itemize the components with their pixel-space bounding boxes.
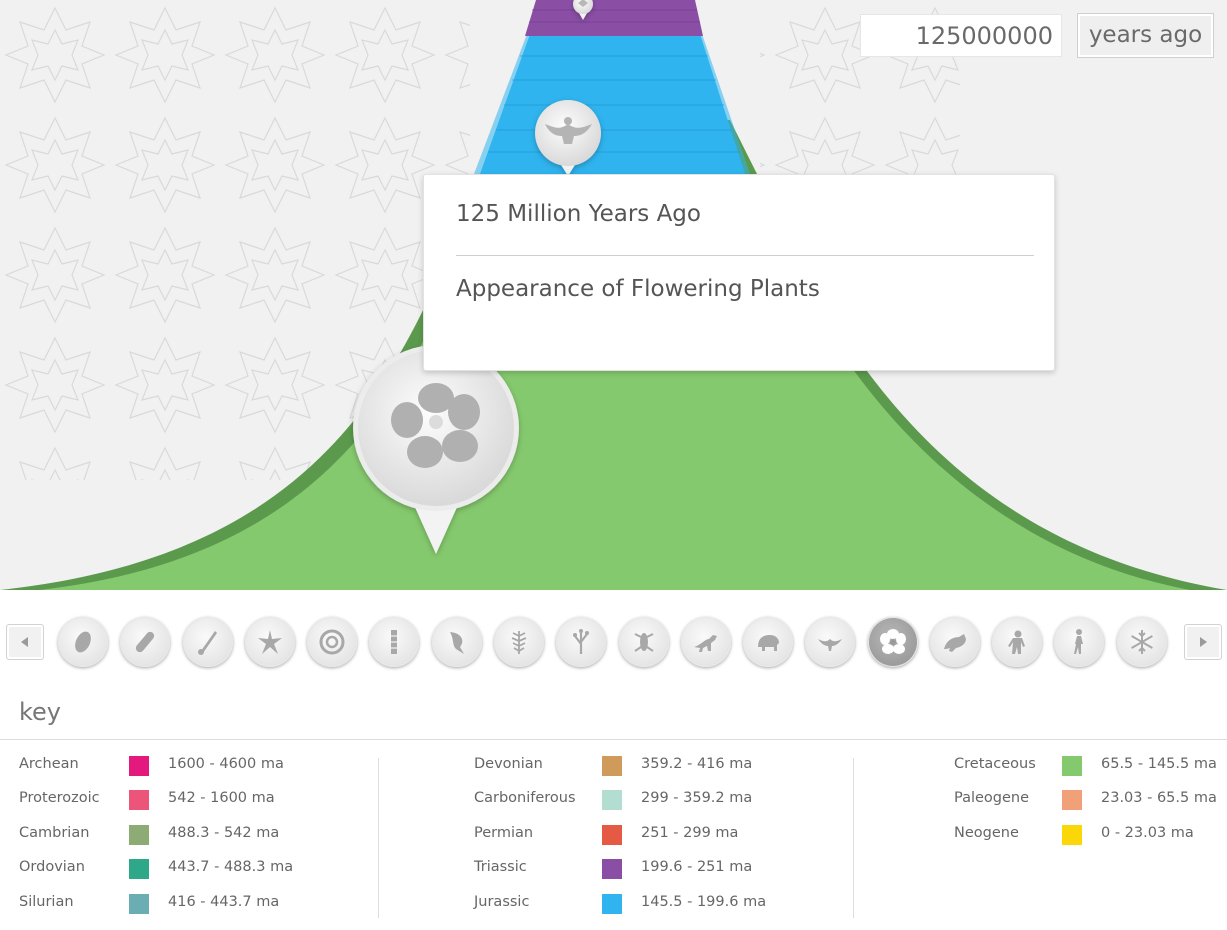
era-button-3[interactable]	[183, 617, 233, 667]
era-button-8[interactable]	[494, 617, 544, 667]
snowflake-icon	[1131, 630, 1153, 654]
event-date: 125 Million Years Ago	[456, 201, 701, 227]
period-swatch	[602, 756, 622, 776]
period-range: 65.5 - 145.5 ma	[1101, 756, 1217, 772]
timeline-stage: 125000000 years ago 125 Million Years Ag…	[0, 0, 1227, 590]
period-name: Jurassic	[474, 894, 530, 910]
era-button-18[interactable]	[1117, 617, 1167, 667]
era-button-6[interactable]	[369, 617, 419, 667]
triangle-left-icon	[21, 637, 28, 647]
next-button[interactable]	[1184, 624, 1222, 660]
period-name: Triassic	[474, 859, 527, 875]
event-title: Appearance of Flowering Plants	[456, 276, 820, 302]
year-input[interactable]: 125000000	[860, 14, 1062, 57]
era-button-17[interactable]	[1054, 617, 1104, 667]
era-button-4[interactable]	[245, 617, 295, 667]
period-swatch	[129, 825, 149, 845]
key-title: key	[19, 698, 62, 726]
period-swatch	[129, 790, 149, 810]
key-column-divider	[853, 758, 854, 918]
era-button-11[interactable]	[681, 617, 731, 667]
period-name: Archean	[19, 756, 79, 772]
period-swatch	[129, 894, 149, 914]
column-icon	[391, 630, 397, 654]
period-swatch	[1062, 790, 1082, 810]
period-range: 488.3 - 542 ma	[168, 825, 280, 841]
era-button-13[interactable]	[805, 617, 855, 667]
era-button-12[interactable]	[743, 617, 793, 667]
period-name: Cretaceous	[954, 756, 1036, 772]
triassic-band	[525, 0, 703, 36]
key-column-divider	[378, 758, 379, 918]
triangle-right-icon	[1200, 637, 1207, 647]
period-range: 299 - 359.2 ma	[641, 790, 753, 806]
period-range: 359.2 - 416 ma	[641, 756, 753, 772]
period-name: Carboniferous	[474, 790, 576, 806]
period-name: Permian	[474, 825, 534, 841]
ape-icon	[1008, 630, 1025, 654]
era-button-14-selected[interactable]	[868, 617, 918, 667]
period-name: Paleogene	[954, 790, 1030, 806]
period-range: 443.7 - 488.3 ma	[168, 859, 294, 875]
key-divider	[0, 739, 1227, 740]
era-navigation	[0, 590, 1227, 690]
leaf-cell-icon	[75, 631, 91, 653]
period-range: 0 - 23.03 ma	[1101, 825, 1194, 841]
era-button-9[interactable]	[556, 617, 606, 667]
amphibian-icon	[634, 633, 654, 652]
period-name: Ordovian	[19, 859, 85, 875]
era-button-7[interactable]	[432, 617, 482, 667]
period-name: Devonian	[474, 756, 543, 772]
era-button-16[interactable]	[992, 617, 1042, 667]
period-swatch	[602, 894, 622, 914]
feather-worm-icon	[198, 631, 217, 655]
era-button-5[interactable]	[307, 617, 357, 667]
period-swatch	[602, 859, 622, 879]
event-divider	[456, 255, 1034, 256]
period-range: 416 - 443.7 ma	[168, 894, 280, 910]
coral-icon	[573, 629, 589, 654]
period-range: 251 - 299 ma	[641, 825, 739, 841]
period-range: 542 - 1600 ma	[168, 790, 275, 806]
flower-icon	[880, 629, 906, 654]
period-name: Neogene	[954, 825, 1019, 841]
period-swatch	[602, 790, 622, 810]
fern-icon	[511, 631, 527, 654]
era-button-2[interactable]	[120, 617, 170, 667]
human-icon	[1074, 629, 1083, 654]
rodent-icon	[944, 634, 966, 652]
period-range: 1600 - 4600 ma	[168, 756, 284, 772]
ammonite-icon	[319, 629, 345, 655]
period-range: 199.6 - 251 ma	[641, 859, 753, 875]
period-swatch	[1062, 825, 1082, 845]
period-name: Cambrian	[19, 825, 90, 841]
era-button-10[interactable]	[619, 617, 669, 667]
period-swatch	[129, 756, 149, 776]
event-info-card: 125 Million Years Ago Appearance of Flow…	[423, 174, 1055, 371]
years-ago-button[interactable]: years ago	[1077, 13, 1214, 58]
period-range: 23.03 - 65.5 ma	[1101, 790, 1217, 806]
era-button-15[interactable]	[930, 617, 980, 667]
bird-icon	[818, 639, 842, 651]
period-name: Proterozoic	[19, 790, 100, 806]
starfish-icon	[258, 630, 282, 654]
period-swatch	[129, 859, 149, 879]
period-name: Silurian	[19, 894, 74, 910]
era-button-1[interactable]	[58, 617, 108, 667]
dinosaur-icon	[694, 635, 717, 652]
fish-icon	[450, 632, 464, 654]
period-swatch	[602, 825, 622, 845]
mammal-icon	[758, 635, 779, 651]
prev-button[interactable]	[6, 624, 44, 660]
period-range: 145.5 - 199.6 ma	[641, 894, 767, 910]
pill-cell-icon	[135, 631, 155, 653]
period-swatch	[1062, 756, 1082, 776]
